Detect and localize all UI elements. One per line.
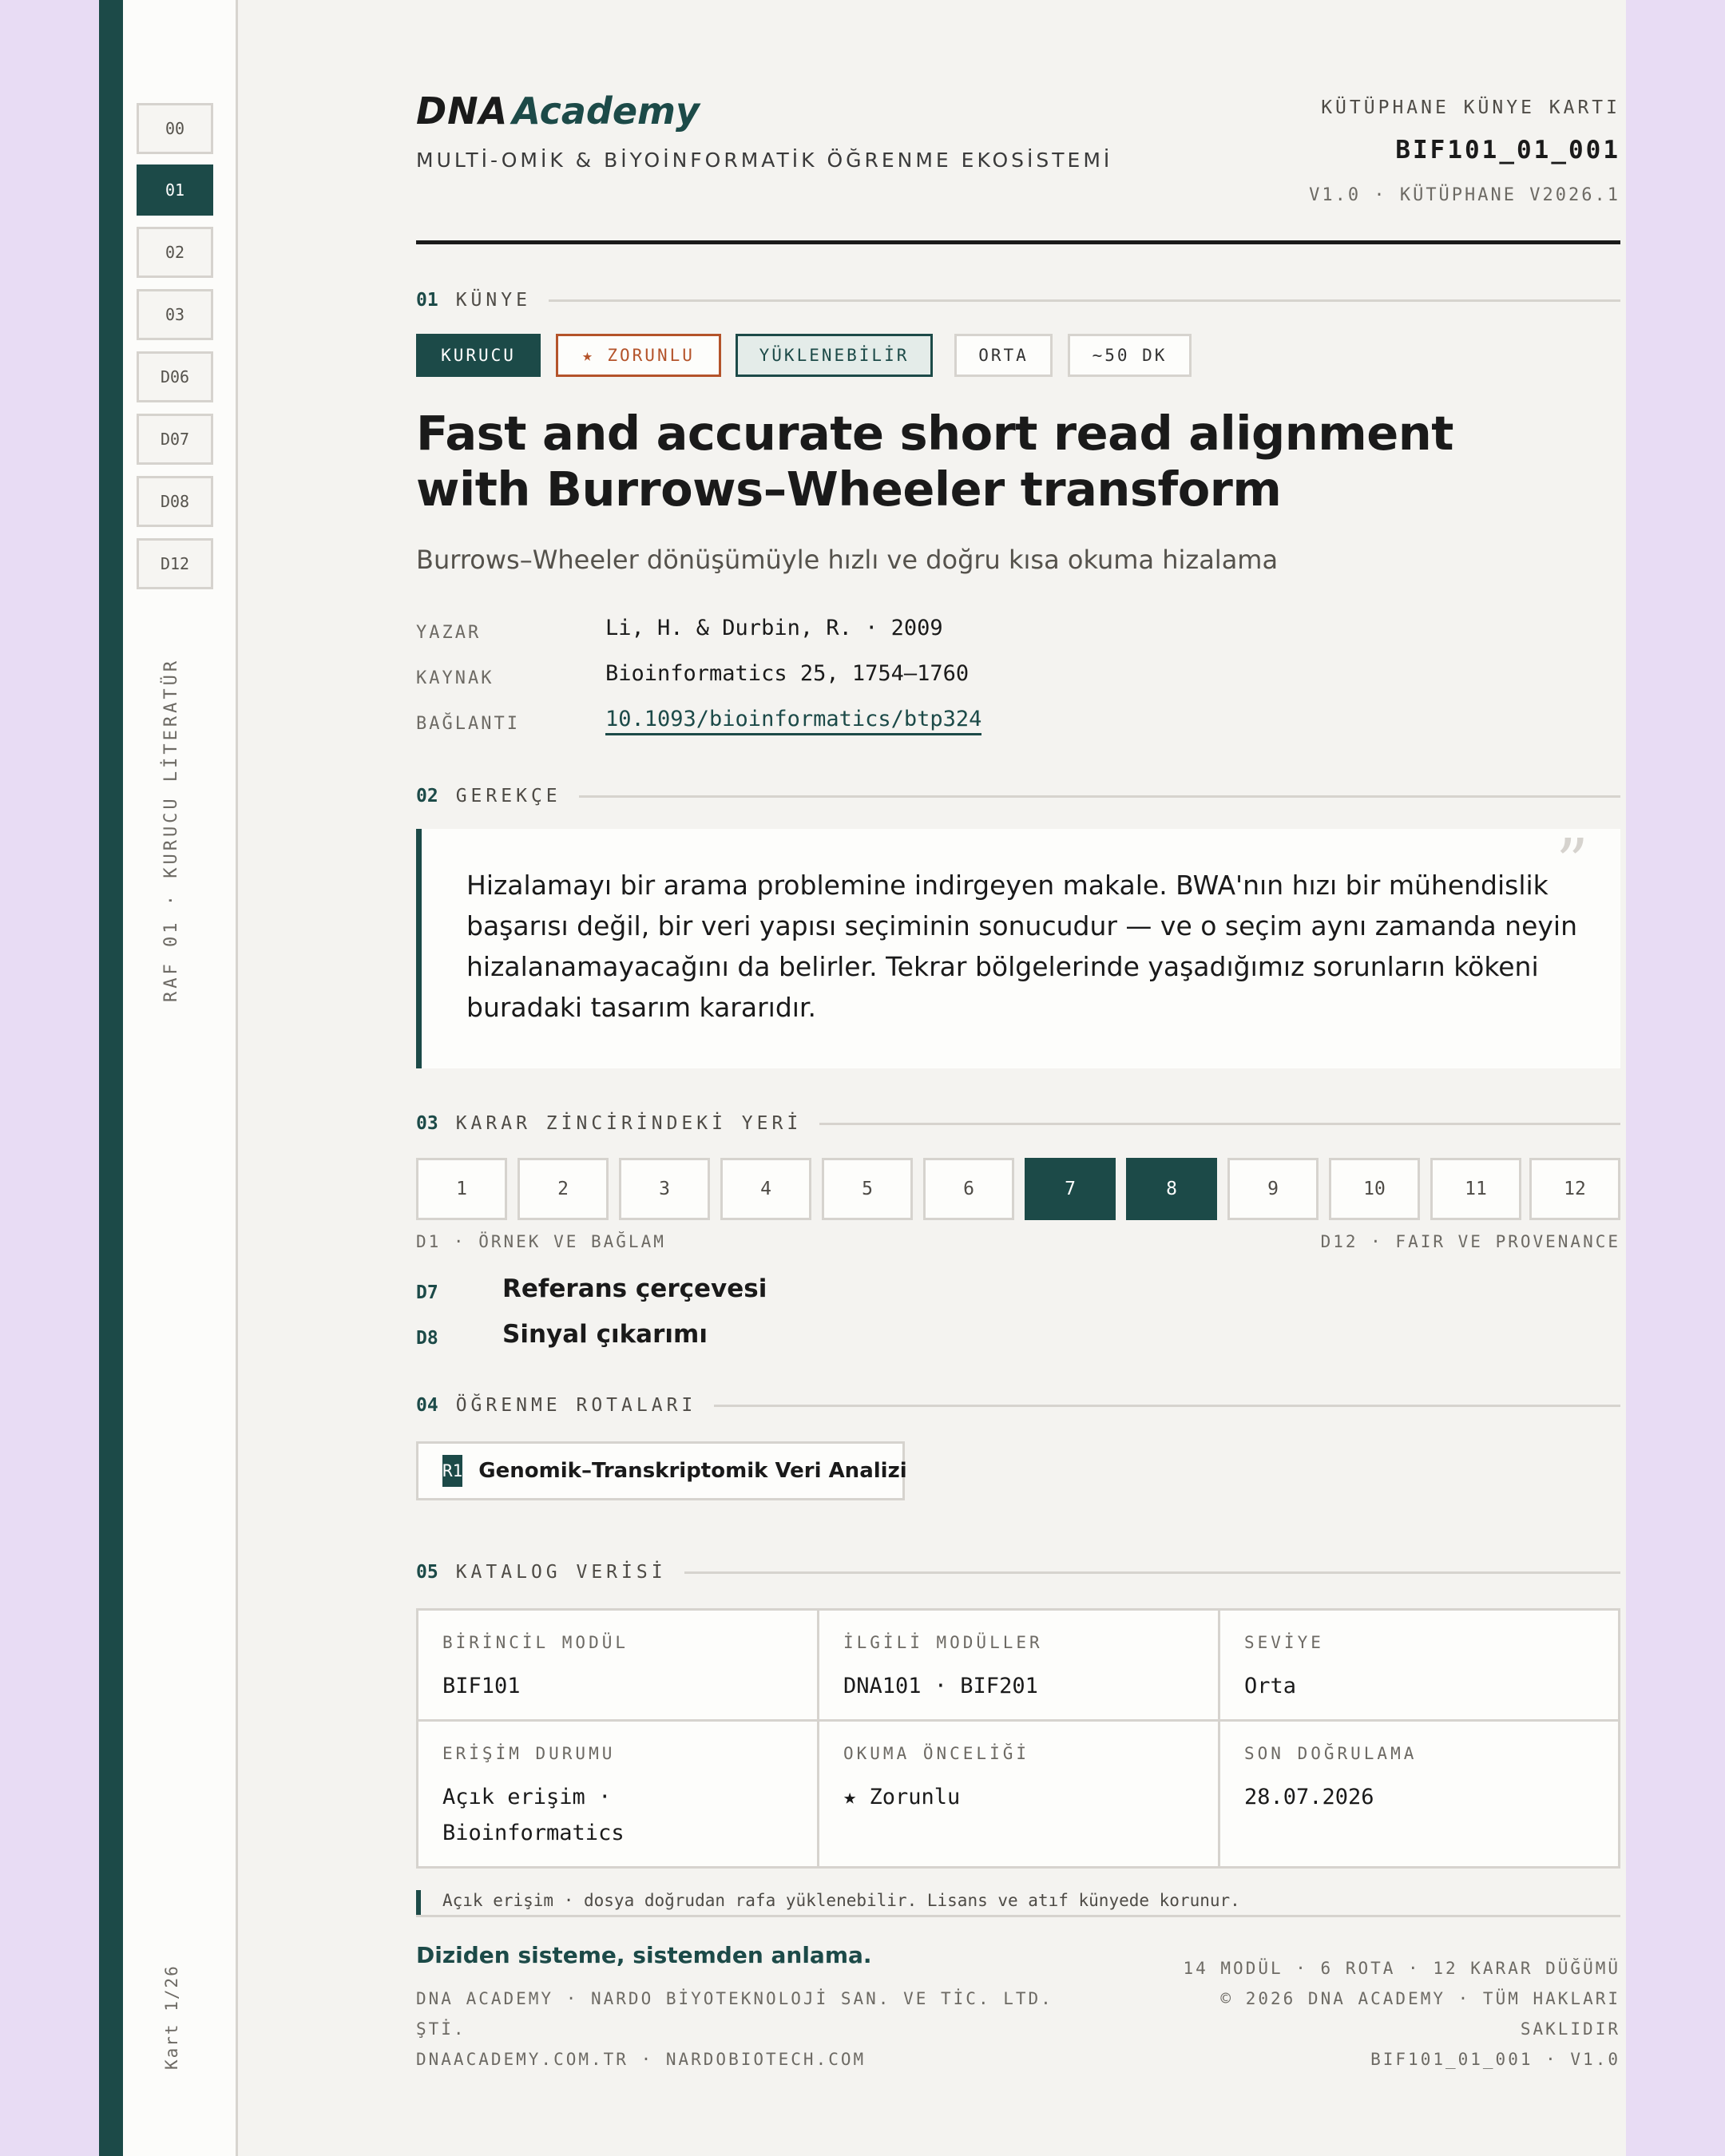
chain-step-3[interactable]: 3 xyxy=(619,1158,710,1220)
chain-step-7[interactable]: 7 xyxy=(1025,1158,1116,1220)
rationale-box: ” Hizalamayı bir arama problemine indirg… xyxy=(416,829,1620,1068)
card-counter: Kart 1/26 xyxy=(162,1964,181,2070)
chain-step-2[interactable]: 2 xyxy=(518,1158,609,1220)
card-id: BIF101_01_001 xyxy=(1395,136,1620,164)
meta-source-value: Bioinformatics 25, 1754–1760 xyxy=(605,661,970,686)
rationale-text: Hizalamayı bir arama problemine indirgey… xyxy=(466,870,1578,1023)
meta-link-key: BAĞLANTI xyxy=(416,714,520,734)
meta-author-key: YAZAR xyxy=(416,623,482,643)
section-kunye: 01 KÜNYE xyxy=(416,286,1620,315)
brand-logo: DNA Academy xyxy=(416,89,700,133)
shelf-label: RAF 01 · KURUCU LİTERATÜR xyxy=(161,657,181,1002)
chain-step-5[interactable]: 5 xyxy=(822,1158,913,1220)
rail-item-02[interactable]: 02 xyxy=(137,227,213,278)
rail-item-03[interactable]: 03 xyxy=(137,289,213,340)
rail-item-d07[interactable]: D07 xyxy=(137,414,213,465)
chain-end-label: D12 · FAIR VE PROVENANCE xyxy=(1320,1232,1620,1251)
chain-step-8[interactable]: 8 xyxy=(1126,1158,1217,1220)
paper-title: Fast and accurate short read alignment w… xyxy=(416,406,1453,517)
chain-step-1[interactable]: 1 xyxy=(416,1158,507,1220)
chain-start-label: D1 · ÖRNEK VE BAĞLAM xyxy=(416,1232,666,1251)
catalog-cell-related-modules: İLGİLİ MODÜLLER DNA101 · BIF201 xyxy=(819,1611,1220,1722)
tag-duration: ~50 DK xyxy=(1068,334,1192,377)
header-divider xyxy=(416,240,1620,244)
card-version: V1.0 · KÜTÜPHANE V2026.1 xyxy=(1309,185,1620,205)
chain-step-10[interactable]: 10 xyxy=(1329,1158,1420,1220)
catalog-cell-level: SEVİYE Orta xyxy=(1220,1611,1618,1722)
paper-subtitle: Burrows–Wheeler dönüşümüyle hızlı ve doğ… xyxy=(416,545,1279,575)
section-rationale: 02 GEREKÇE xyxy=(416,782,1620,810)
section-decision-chain: 03 KARAR ZİNCİRİNDEKİ YERİ xyxy=(416,1109,1620,1138)
chain-step-11[interactable]: 11 xyxy=(1430,1158,1521,1220)
section-learning-routes: 04 ÖĞRENME ROTALARI xyxy=(416,1391,1620,1420)
footer-doc-id: BIF101_01_001 · V1.0 xyxy=(1370,2050,1620,2069)
access-note: Açık erişim · dosya doğrudan rafa yüklen… xyxy=(442,1891,1240,1910)
route-name: Genomik–Transkriptomik Veri Analizi xyxy=(478,1459,907,1483)
catalog-table: BİRİNCİL MODÜL BIF101 İLGİLİ MODÜLLER DN… xyxy=(416,1608,1620,1869)
decision-code-d7: D7 xyxy=(416,1282,438,1303)
chain-step-4[interactable]: 4 xyxy=(720,1158,811,1220)
library-card: 00 01 02 03 D06 D07 D08 D12 RAF 01 · KUR… xyxy=(99,0,1626,2156)
meta-source-key: KAYNAK xyxy=(416,668,494,688)
tag-level: ORTA xyxy=(954,334,1053,377)
decision-name-d8: Sinyal çıkarımı xyxy=(502,1320,708,1349)
footer-slogan: Diziden sisteme, sistemden anlama. xyxy=(416,1942,872,1968)
tag-downloadable: YÜKLENEBİLİR xyxy=(736,334,933,377)
catalog-cell-access: ERİŞİM DURUMU Açık erişim · Bioinformati… xyxy=(418,1722,819,1866)
brand-tagline: MULTİ-OMİK & BİYOİNFORMATİK ÖĞRENME EKOS… xyxy=(416,149,1113,172)
brand-dna: DNA xyxy=(416,89,509,133)
footer-copyright: © 2026 DNA ACADEMY · TÜM HAKLARI SAKLIDI… xyxy=(1220,1989,1620,2039)
decision-name-d7: Referans çerçevesi xyxy=(502,1274,767,1303)
route-item-r1[interactable]: R1 Genomik–Transkriptomik Veri Analizi xyxy=(416,1441,907,1500)
footer-divider xyxy=(416,1915,1620,1917)
tag-required: ★ ZORUNLU xyxy=(556,334,721,377)
card-type: KÜTÜPHANE KÜNYE KARTI xyxy=(1321,97,1620,118)
meta-author-value: Li, H. & Durbin, R. · 2009 xyxy=(605,616,943,640)
chain-step-12[interactable]: 12 xyxy=(1529,1158,1620,1220)
doi-link[interactable]: 10.1093/bioinformatics/btp324 xyxy=(605,707,982,735)
rail-item-d06[interactable]: D06 xyxy=(137,351,213,402)
catalog-cell-last-verified: SON DOĞRULAMA 28.07.2026 xyxy=(1244,1744,1418,1809)
rail-item-01[interactable]: 01 xyxy=(137,164,213,216)
catalog-cell-priority: OKUMA ÖNCELİĞİ ★ Zorunlu xyxy=(819,1722,1220,1866)
route-code-badge: R1 xyxy=(442,1455,463,1487)
tag-founder: KURUCU xyxy=(416,334,541,377)
rail-item-d12[interactable]: D12 xyxy=(137,538,213,589)
rail-item-00[interactable]: 00 xyxy=(137,103,213,154)
chain-step-9[interactable]: 9 xyxy=(1227,1158,1319,1220)
footer-stats: 14 MODÜL · 6 ROTA · 12 KARAR DÜĞÜMÜ xyxy=(1183,1959,1620,1978)
footer-websites[interactable]: DNAACADEMY.COM.TR · NARDOBIOTECH.COM xyxy=(416,2044,866,2075)
footer-company: DNA ACADEMY · NARDO BİYOTEKNOLOJİ SAN. V… xyxy=(416,1989,1053,2039)
section-catalog: 05 KATALOG VERİSİ xyxy=(416,1558,1620,1587)
brand-academy: Academy xyxy=(512,89,700,133)
note-marker xyxy=(416,1890,421,1916)
decision-code-d8: D8 xyxy=(416,1328,438,1349)
chain-step-6[interactable]: 6 xyxy=(923,1158,1014,1220)
rail-item-d08[interactable]: D08 xyxy=(137,476,213,527)
accent-stripe xyxy=(99,0,123,2156)
catalog-cell-primary-module: BİRİNCİL MODÜL BIF101 xyxy=(418,1611,819,1722)
